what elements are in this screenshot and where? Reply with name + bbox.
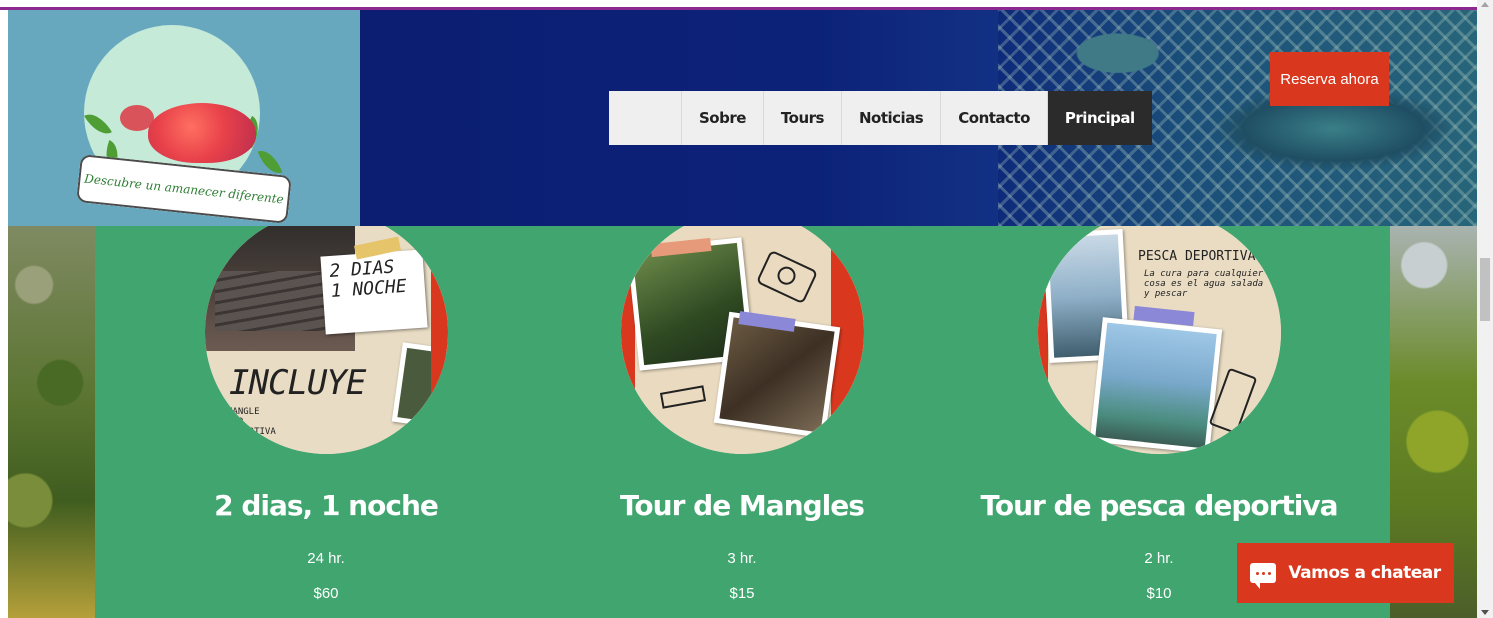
nav-item-noticias[interactable]: Noticias	[840, 91, 940, 145]
tour-image-pesca[interactable]: PESCA DEPORTIVA La cura para cualquier c…	[1038, 211, 1281, 454]
scroll-down-arrow-icon[interactable]	[1481, 610, 1489, 615]
background-left-foliage	[8, 226, 95, 618]
logo[interactable]: Descubre un amanecer diferente	[8, 10, 360, 226]
tour-price: $15	[729, 585, 755, 602]
tour-title[interactable]: Tour de pesca deportiva	[949, 489, 1369, 522]
turtle-icon	[148, 103, 256, 163]
nav-item-contacto[interactable]: Contacto	[940, 91, 1047, 145]
tour-image-tag-text: 2 DIAS 1 NOCHE	[328, 256, 408, 302]
tour-image-heading-text: PESCA DEPORTIVA	[1138, 249, 1256, 264]
nav-item-principal[interactable]: Principal	[1046, 91, 1152, 145]
tour-price: $60	[313, 585, 339, 602]
page: 2 DIAS 1 NOCHE INCLUYE MANGLE ERO DEPORT…	[0, 0, 1493, 618]
tour-card-mangles[interactable]: Tour de Mangles 3 hr. $15	[532, 211, 952, 618]
tour-image-main-text: INCLUYE	[229, 363, 366, 403]
tour-image-mangles[interactable]	[621, 211, 864, 454]
tour-image-2-dias[interactable]: 2 DIAS 1 NOCHE INCLUYE MANGLE ERO DEPORT…	[205, 211, 448, 454]
tour-card-2-dias[interactable]: 2 DIAS 1 NOCHE INCLUYE MANGLE ERO DEPORT…	[116, 211, 536, 618]
tour-title[interactable]: 2 dias, 1 noche	[116, 489, 536, 522]
nav-item-tours[interactable]: Tours	[762, 91, 841, 145]
nav-item-sobre[interactable]: Sobre	[681, 91, 763, 145]
chat-bubble-icon	[1250, 563, 1277, 589]
reserve-button[interactable]: Reserva ahora	[1270, 52, 1389, 106]
tour-duration: 3 hr.	[727, 550, 757, 567]
nav-spacer	[609, 91, 681, 145]
main-nav: Sobre Tours Noticias Contacto Principal	[609, 91, 1152, 145]
tour-image-sub-text: La cura para cualquier cosa es el agua s…	[1144, 269, 1264, 299]
tour-image-small-text: MANGLE ERO DEPORTIVA	[227, 407, 276, 437]
logo-tagline: Descubre un amanecer diferente	[83, 171, 285, 207]
tour-duration: 24 hr.	[307, 550, 345, 567]
scrollbar-thumb[interactable]	[1480, 258, 1490, 321]
chat-button[interactable]: Vamos a chatear	[1237, 543, 1454, 603]
scroll-up-arrow-icon[interactable]	[1481, 2, 1489, 7]
chat-label: Vamos a chatear	[1288, 563, 1441, 583]
tour-title[interactable]: Tour de Mangles	[532, 489, 952, 522]
logo-banner: Descubre un amanecer diferente	[76, 154, 292, 224]
